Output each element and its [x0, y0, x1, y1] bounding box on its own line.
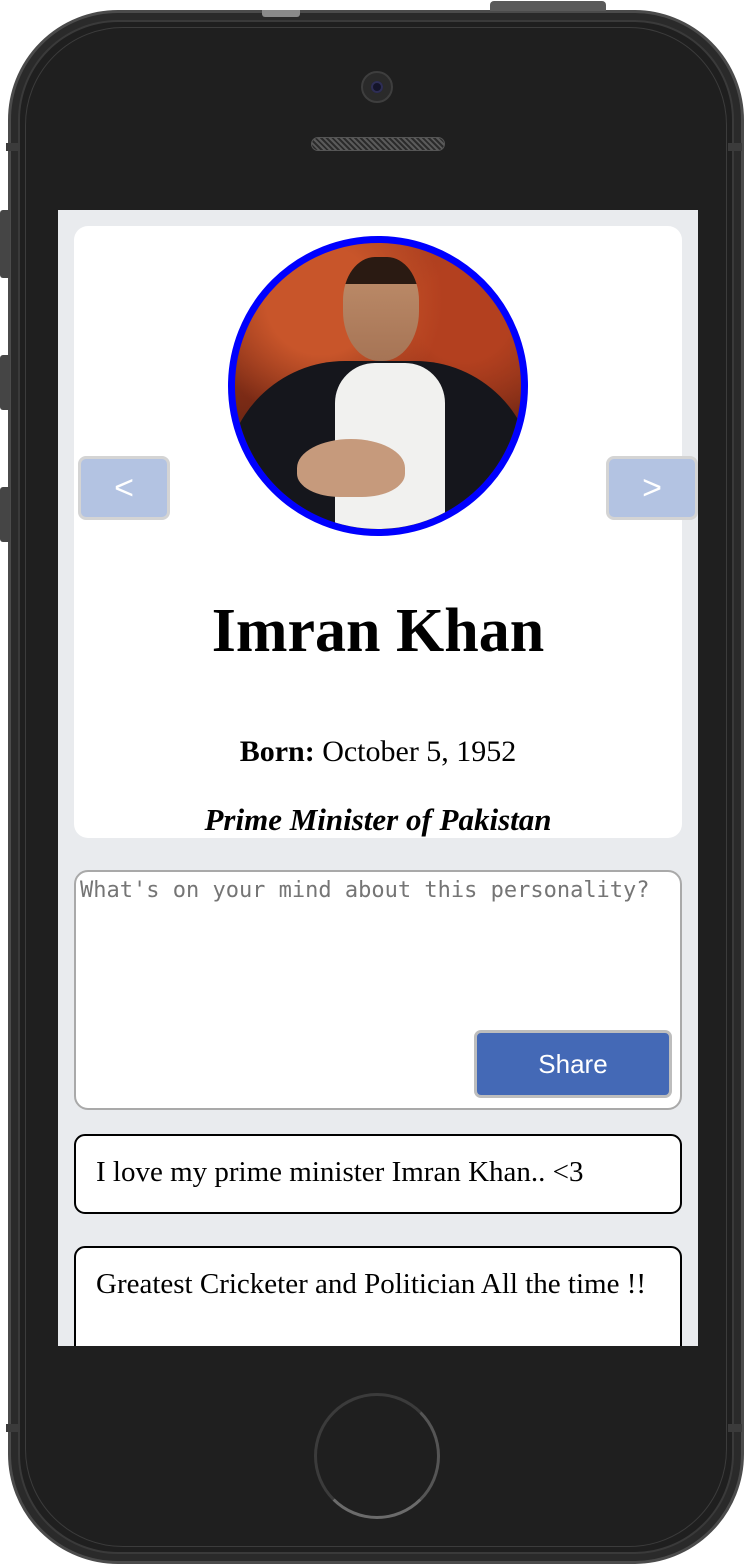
comment-item: I love my prime minister Imran Khan.. <3 — [74, 1134, 682, 1214]
profile-name: Imran Khan — [211, 597, 545, 665]
profile-card: < > Imran Khan Born: October 5, 1952 Pri… — [74, 226, 698, 838]
chevron-right-icon: > — [642, 468, 662, 507]
avatar-hand — [297, 439, 405, 497]
home-button[interactable] — [314, 1393, 440, 1519]
profile-title: Prime Minister of Pakistan — [204, 802, 552, 837]
comment-input[interactable] — [80, 876, 670, 1016]
power-button — [490, 1, 606, 11]
volume-down-button — [0, 487, 10, 542]
born-label: Born: — [239, 735, 315, 768]
earpiece-speaker — [311, 137, 445, 151]
comment-text: I love my prime minister Imran Khan.. <3 — [96, 1156, 584, 1188]
antenna-band — [6, 1424, 20, 1432]
share-button[interactable]: Share — [474, 1030, 672, 1098]
antenna-band — [728, 143, 742, 151]
screen: < > Imran Khan Born: October 5, 1952 Pri… — [58, 210, 698, 1346]
volume-up-button — [0, 355, 10, 410]
chevron-left-icon: < — [114, 468, 134, 507]
mute-switch — [0, 210, 10, 278]
profile-born: Born: October 5, 1952 — [74, 735, 682, 769]
antenna-band — [6, 143, 20, 151]
avatar — [228, 236, 528, 536]
avatar-face — [343, 257, 419, 361]
comment-composer: Share — [74, 870, 682, 1110]
comment-item: Greatest Cricketer and Politician All th… — [74, 1246, 682, 1346]
previous-button[interactable]: < — [78, 456, 170, 520]
next-button[interactable]: > — [606, 456, 698, 520]
born-date: October 5, 1952 — [322, 735, 517, 768]
antenna-band — [728, 1424, 742, 1432]
front-camera-icon — [361, 71, 393, 103]
comment-text: Greatest Cricketer and Politician All th… — [96, 1268, 647, 1300]
top-notch-mark — [262, 10, 300, 17]
